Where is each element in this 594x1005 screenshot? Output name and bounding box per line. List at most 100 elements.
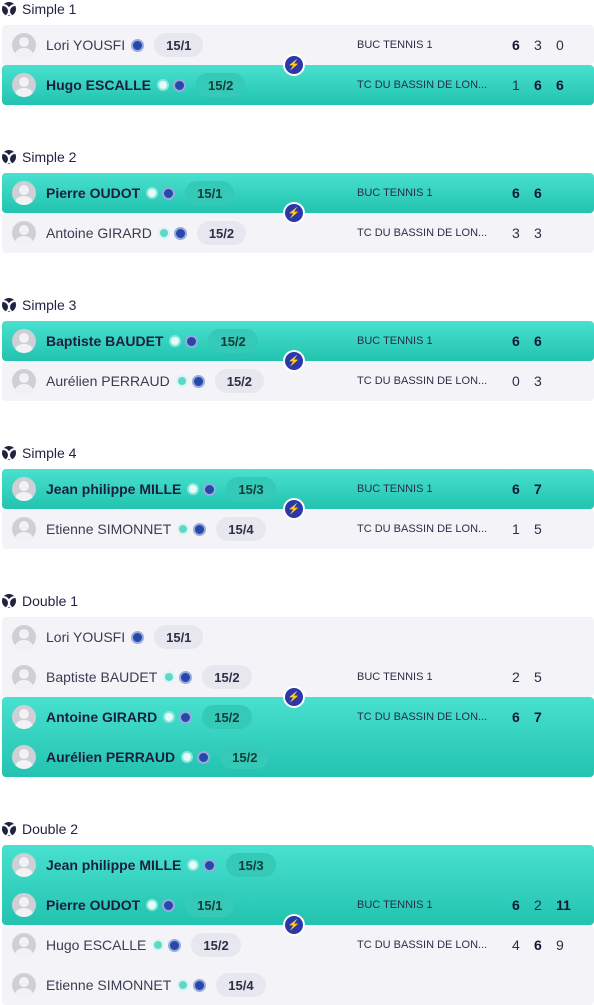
- set-score: 3: [534, 225, 542, 241]
- tennis-ball-badge-icon: [177, 523, 190, 535]
- match-title-text: Double 1: [22, 593, 79, 609]
- player-row[interactable]: Etienne SIMONNET 15/4: [2, 965, 342, 1005]
- set-score: 3: [534, 37, 542, 53]
- lightning-icon: ⚡: [285, 352, 303, 370]
- player-name[interactable]: Baptiste BAUDET: [46, 333, 163, 349]
- tennis-ball-badge-icon: [163, 671, 176, 683]
- set-score: 6: [556, 77, 564, 93]
- match-title: Simple 2: [2, 148, 76, 166]
- match-title: Simple 3: [2, 296, 76, 314]
- avatar: [12, 517, 36, 541]
- avatar: [12, 477, 36, 501]
- avatar: [12, 625, 36, 649]
- player-name[interactable]: Etienne SIMONNET: [46, 521, 171, 537]
- ranking-badge: 15/3: [226, 477, 276, 501]
- lightning-icon: ⚡: [285, 916, 303, 934]
- tennis-ball-badge-icon: [181, 751, 194, 763]
- avatar: [12, 973, 36, 997]
- set-score: 9: [556, 937, 564, 953]
- set-scores: 66: [512, 185, 556, 201]
- fft-license-icon: [193, 978, 207, 992]
- player-row[interactable]: Jean philippe MILLE 15/3: [2, 845, 342, 885]
- set-score: 1: [512, 521, 520, 537]
- set-scores: 66: [512, 333, 556, 349]
- player-name[interactable]: Hugo ESCALLE: [46, 77, 151, 93]
- tennis-ball-icon: [2, 150, 16, 164]
- fft-license-icon: [131, 38, 145, 52]
- match-title: Double 1: [2, 592, 78, 610]
- fft-license-icon: [197, 750, 211, 764]
- club-name: BUC TENNIS 1: [357, 335, 433, 347]
- player-name[interactable]: Baptiste BAUDET: [46, 669, 157, 685]
- ranking-badge: 15/2: [208, 329, 258, 353]
- match-title: Double 2: [2, 820, 78, 838]
- set-score: 11: [556, 897, 571, 913]
- tennis-ball-icon: [2, 298, 16, 312]
- team-row[interactable]: Hugo ESCALLE 15/2 Etienne SIMONNET 15/4 TC D…: [2, 925, 594, 1005]
- set-score: 6: [512, 333, 520, 349]
- player-name[interactable]: Aurélien PERRAUD: [46, 749, 175, 765]
- match-title-text: Simple 4: [22, 445, 77, 461]
- player-row[interactable]: Lori YOUSFI 15/1: [2, 617, 342, 657]
- set-scores: 67: [512, 481, 556, 497]
- set-scores: 469: [512, 937, 578, 953]
- tennis-ball-badge-icon: [177, 979, 190, 991]
- avatar: [12, 73, 36, 97]
- ranking-badge: 15/1: [185, 893, 235, 917]
- match-title: Simple 1: [2, 0, 76, 18]
- fft-license-icon: [131, 630, 145, 644]
- set-score: 3: [512, 225, 520, 241]
- club-name: BUC TENNIS 1: [357, 483, 433, 495]
- set-score: 6: [512, 185, 520, 201]
- fft-license-icon: [173, 78, 186, 92]
- tennis-ball-icon: [2, 822, 16, 836]
- club-name: TC DU BASSIN DE LON...: [357, 939, 488, 951]
- team-row-winner[interactable]: Antoine GIRARD 15/2 Aurélien PERRAUD 15/2 TC…: [2, 697, 594, 777]
- team-row-winner[interactable]: Jean philippe MILLE 15/3 Pierre OUDOT 15/1 B…: [2, 845, 594, 925]
- set-scores: 67: [512, 709, 556, 725]
- fft-license-icon: [191, 374, 205, 388]
- set-score: 3: [534, 373, 542, 389]
- player-name[interactable]: Antoine GIRARD: [46, 225, 152, 241]
- tennis-ball-badge-icon: [146, 899, 159, 911]
- player-name[interactable]: Pierre OUDOT: [46, 897, 140, 913]
- fft-license-icon: [162, 898, 176, 912]
- player-name[interactable]: Hugo ESCALLE: [46, 937, 146, 953]
- player-name[interactable]: Lori YOUSFI: [46, 37, 125, 53]
- fft-license-icon: [179, 710, 193, 724]
- club-name: TC DU BASSIN DE LON...: [357, 523, 488, 535]
- ranking-badge: 15/2: [202, 665, 252, 689]
- fft-license-icon: [162, 186, 176, 200]
- avatar: [12, 33, 36, 57]
- team-row[interactable]: Lori YOUSFI 15/1 Baptiste BAUDET 15/2 BUC TE…: [2, 617, 594, 697]
- player-row[interactable]: Aurélien PERRAUD 15/2: [2, 737, 342, 777]
- player-name[interactable]: Jean philippe MILLE: [46, 481, 181, 497]
- avatar: [12, 665, 36, 689]
- fft-license-icon: [179, 670, 193, 684]
- player-name[interactable]: Etienne SIMONNET: [46, 977, 171, 993]
- club-name: TC DU BASSIN DE LON...: [357, 375, 488, 387]
- club-name: BUC TENNIS 1: [357, 187, 433, 199]
- set-score: 6: [512, 481, 520, 497]
- match-title: Simple 4: [2, 444, 76, 462]
- player-name[interactable]: Lori YOUSFI: [46, 629, 125, 645]
- tennis-ball-badge-icon: [175, 375, 188, 387]
- ranking-badge: 15/1: [154, 625, 204, 649]
- fft-license-icon: [193, 522, 207, 536]
- player-name[interactable]: Jean philippe MILLE: [46, 857, 181, 873]
- tennis-ball-badge-icon: [157, 79, 169, 91]
- avatar: [12, 933, 36, 957]
- set-scores: 33: [512, 225, 556, 241]
- set-score: 4: [512, 937, 520, 953]
- player-name[interactable]: Pierre OUDOT: [46, 185, 140, 201]
- player-name[interactable]: Antoine GIRARD: [46, 709, 157, 725]
- club-name: TC DU BASSIN DE LON...: [357, 79, 488, 91]
- player-name[interactable]: Aurélien PERRAUD: [46, 373, 170, 389]
- set-score: 5: [534, 669, 542, 685]
- set-score: 7: [534, 709, 542, 725]
- set-scores: 166: [512, 77, 578, 93]
- set-scores: 630: [512, 37, 578, 53]
- set-score: 1: [512, 77, 520, 93]
- set-score: 6: [534, 77, 542, 93]
- set-score: 6: [534, 937, 542, 953]
